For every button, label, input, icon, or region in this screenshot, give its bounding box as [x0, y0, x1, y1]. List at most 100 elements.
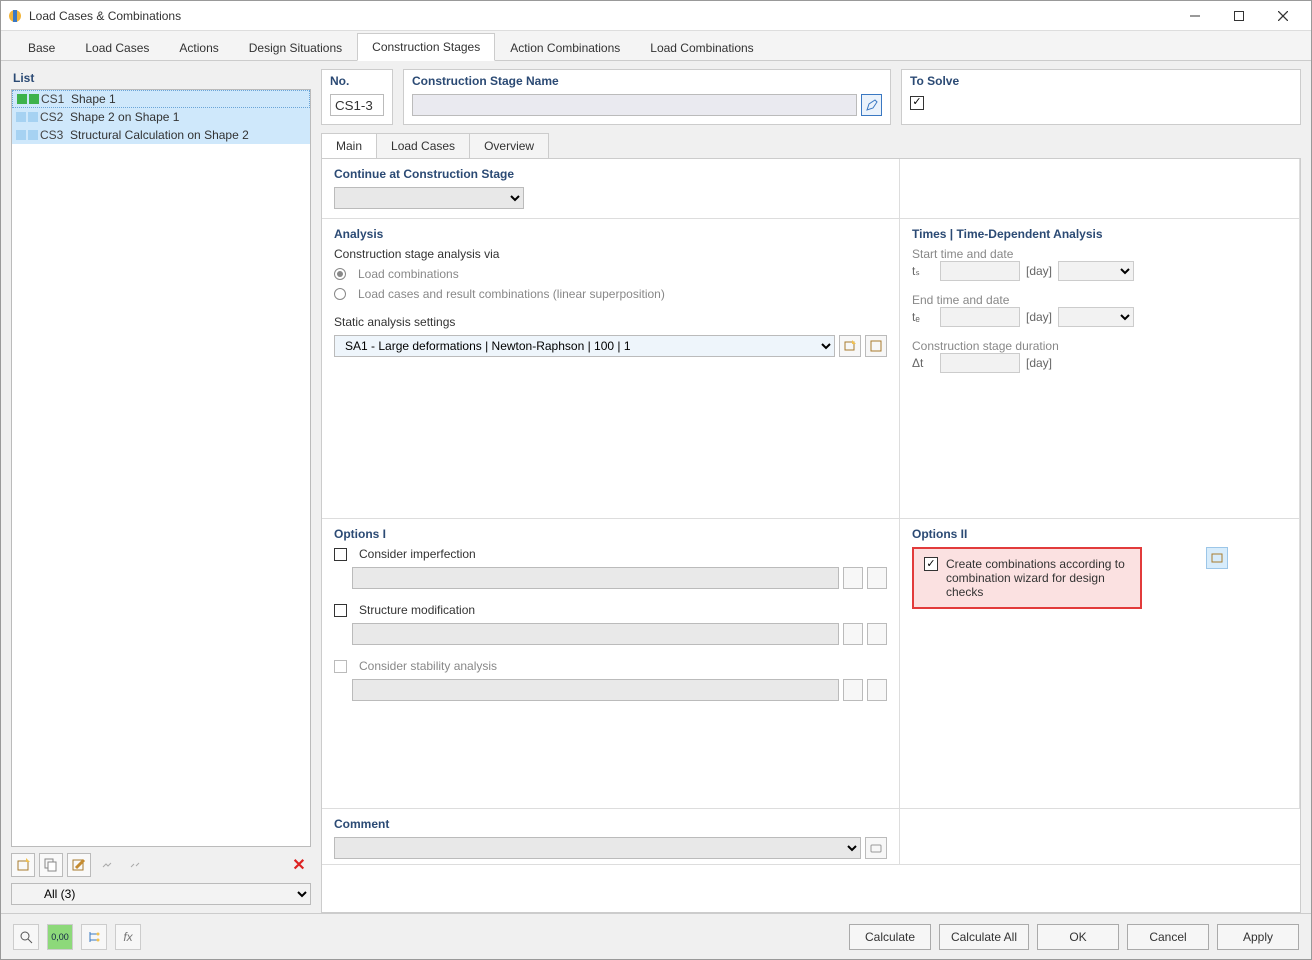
radio-loadcomb[interactable] [334, 268, 346, 280]
struct-new-button[interactable] [843, 623, 863, 645]
tab-base[interactable]: Base [13, 34, 70, 61]
right-pane: No. Construction Stage Name To Solve [321, 69, 1301, 913]
calculate-all-button[interactable]: Calculate All [939, 924, 1029, 950]
tab-actcomb[interactable]: Action Combinations [495, 34, 635, 61]
list-item-code: CS2 [40, 110, 70, 124]
radio-loadcomb-row[interactable]: Load combinations [334, 267, 887, 281]
list-toolbar: ✕ [11, 847, 311, 883]
fx-icon-button[interactable]: fx [115, 924, 141, 950]
name-label: Construction Stage Name [412, 74, 882, 88]
createcomb-settings-button[interactable] [1206, 547, 1228, 569]
struct-checkbox[interactable] [334, 604, 347, 617]
copy-item-button[interactable] [39, 853, 63, 877]
solve-field: To Solve [901, 69, 1301, 125]
stab-label: Consider stability analysis [359, 659, 497, 673]
edit-item-button[interactable] [67, 853, 91, 877]
list-item-code: CS1 [41, 92, 71, 106]
te-input[interactable] [940, 307, 1020, 327]
ok-button[interactable]: OK [1037, 924, 1119, 950]
continue-select[interactable] [334, 187, 524, 209]
createcomb-label: Create combinations according to combina… [946, 557, 1130, 599]
cancel-button[interactable]: Cancel [1127, 924, 1209, 950]
dtab-main[interactable]: Main [321, 133, 377, 158]
search-icon-button[interactable] [13, 924, 39, 950]
analysis-section: Analysis Construction stage analysis via… [322, 219, 900, 519]
tab-loadcases[interactable]: Load Cases [70, 34, 164, 61]
list-item[interactable]: CS1 Shape 1 [12, 90, 310, 108]
imperf-edit-button[interactable] [867, 567, 887, 589]
ts-symbol: tₛ [912, 264, 934, 278]
no-field: No. [321, 69, 393, 125]
new-item-button[interactable] [11, 853, 35, 877]
times-header: Times | Time-Dependent Analysis [912, 227, 1287, 241]
analysis-header: Analysis [334, 227, 887, 241]
static-label: Static analysis settings [334, 315, 887, 329]
solve-label: To Solve [910, 74, 1292, 88]
no-input[interactable] [330, 94, 384, 116]
radio-loadcomb-label: Load combinations [358, 267, 459, 281]
units-icon-button[interactable]: 0,00 [47, 924, 73, 950]
ts-unit: [day] [1026, 264, 1052, 278]
opt2-header: Options II [912, 527, 1287, 541]
name-input[interactable] [412, 94, 857, 116]
tab-stages[interactable]: Construction Stages [357, 33, 495, 61]
radio-loadcases[interactable] [334, 288, 346, 300]
tab-design[interactable]: Design Situations [234, 34, 357, 61]
window-title: Load Cases & Combinations [29, 9, 1173, 23]
list-item-name: Shape 2 on Shape 1 [70, 110, 179, 124]
comment-select[interactable] [334, 837, 861, 859]
delete-button[interactable]: ✕ [287, 853, 311, 877]
tend-label: End time and date [912, 293, 1287, 307]
calculate-button[interactable]: Calculate [849, 924, 931, 950]
color-swatch-icon [28, 112, 38, 122]
struct-edit-button[interactable] [867, 623, 887, 645]
edit-name-button[interactable] [861, 94, 882, 116]
imperf-new-button[interactable] [843, 567, 863, 589]
maximize-button[interactable] [1217, 2, 1261, 30]
csvia-label: Construction stage analysis via [334, 247, 887, 261]
color-swatch-icon [16, 112, 26, 122]
static-edit-button[interactable] [865, 335, 887, 357]
list-item[interactable]: CS2 Shape 2 on Shape 1 [12, 108, 310, 126]
filter-row: All (3) [11, 883, 311, 913]
dt-symbol: Δt [912, 356, 934, 370]
options1-section: Options I Consider imperfection Structur… [322, 519, 900, 809]
tab-actions[interactable]: Actions [164, 34, 233, 61]
list-item[interactable]: CS3 Structural Calculation on Shape 2 [12, 126, 310, 144]
te-date-select[interactable] [1058, 307, 1134, 327]
dt-input[interactable] [940, 353, 1020, 373]
tree-icon-button[interactable] [81, 924, 107, 950]
unlink-button[interactable] [123, 853, 147, 877]
stage-list[interactable]: CS1 Shape 1 CS2 Shape 2 on Shape 1 CS3 S… [11, 89, 311, 847]
imperf-checkbox[interactable] [334, 548, 347, 561]
apply-button[interactable]: Apply [1217, 924, 1299, 950]
imperf-input[interactable] [352, 567, 839, 589]
ts-date-select[interactable] [1058, 261, 1134, 281]
dtab-overview[interactable]: Overview [469, 133, 549, 158]
link-button[interactable] [95, 853, 119, 877]
static-new-button[interactable] [839, 335, 861, 357]
blank-section [900, 159, 1300, 219]
struct-input[interactable] [352, 623, 839, 645]
static-select[interactable]: SA1 - Large deformations | Newton-Raphso… [334, 335, 835, 357]
radio-loadcases-label: Load cases and result combinations (line… [358, 287, 665, 301]
comment-header: Comment [334, 817, 887, 831]
radio-loadcases-row[interactable]: Load cases and result combinations (line… [334, 287, 887, 301]
dtab-loadcases[interactable]: Load Cases [376, 133, 470, 158]
tdur-label: Construction stage duration [912, 339, 1287, 353]
comment-edit-button[interactable] [865, 837, 887, 859]
tab-loadcomb[interactable]: Load Combinations [635, 34, 768, 61]
footer: 0,00 fx Calculate Calculate All OK Cance… [1, 913, 1311, 959]
close-button[interactable] [1261, 2, 1305, 30]
color-swatch-icon [17, 94, 27, 104]
ts-input[interactable] [940, 261, 1020, 281]
color-swatch-icon [16, 130, 26, 140]
dialog-window: Load Cases & Combinations Base Load Case… [0, 0, 1312, 960]
createcomb-checkbox[interactable] [924, 557, 938, 571]
options2-section: Options II Create combinations according… [900, 519, 1300, 809]
imperf-label: Consider imperfection [359, 547, 476, 561]
filter-select[interactable]: All (3) [11, 883, 311, 905]
solve-checkbox[interactable] [910, 96, 924, 110]
no-label: No. [330, 74, 384, 88]
minimize-button[interactable] [1173, 2, 1217, 30]
